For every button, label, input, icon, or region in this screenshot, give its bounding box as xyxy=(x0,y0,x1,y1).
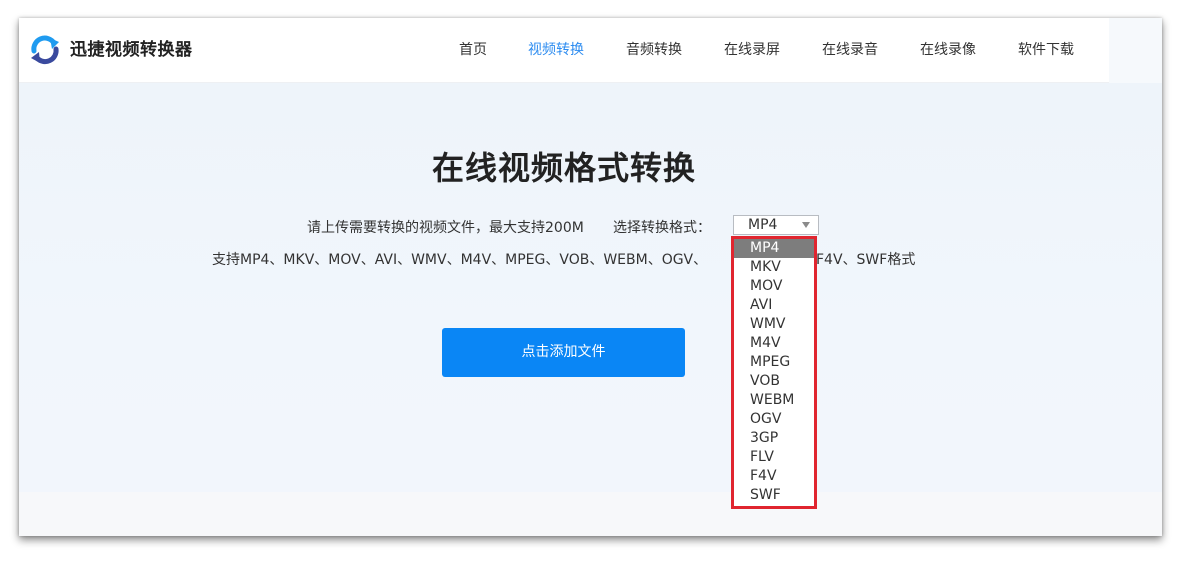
supported-formats-text-tail: F4V、SWF格式 xyxy=(816,252,916,268)
page-title: 在线视频格式转换 xyxy=(431,149,696,187)
format-option-mkv[interactable]: MKV xyxy=(734,258,815,277)
nav-home[interactable]: 首页 xyxy=(459,40,487,60)
format-label: 选择转换格式： xyxy=(613,220,711,236)
supported-formats-text: 支持MP4、MKV、MOV、AVI、WMV、M4V、MPEG、VOB、WEBM、… xyxy=(212,252,708,268)
add-file-button[interactable]: 点击添加文件 xyxy=(442,328,685,377)
format-select-value: MP4 xyxy=(748,217,778,233)
browser-window: 迅捷视频转换器 首页 视频转换 音频转换 在线录屏 在线录音 在线录像 软件下载… xyxy=(19,18,1162,536)
nav-audio-convert[interactable]: 音频转换 xyxy=(626,40,682,60)
nav-video-record[interactable]: 在线录像 xyxy=(920,40,976,60)
nav-video-convert[interactable]: 视频转换 xyxy=(528,40,584,60)
caret-down-icon xyxy=(802,222,810,228)
format-option-mpeg[interactable]: MPEG xyxy=(734,353,815,372)
format-option-flv[interactable]: FLV xyxy=(734,448,815,467)
format-option-mov[interactable]: MOV xyxy=(734,277,815,296)
hero-section xyxy=(19,83,1162,492)
nav-audio-record[interactable]: 在线录音 xyxy=(822,40,878,60)
nav-software-download[interactable]: 软件下载 xyxy=(1018,40,1074,60)
format-option-m4v[interactable]: M4V xyxy=(734,334,815,353)
format-option-ogv[interactable]: OGV xyxy=(734,410,815,429)
format-option-webm[interactable]: WEBM xyxy=(734,391,815,410)
format-select[interactable]: MP4 xyxy=(733,215,819,235)
footer-band xyxy=(19,492,1162,536)
format-option-f4v[interactable]: F4V xyxy=(734,467,815,486)
format-dropdown-list: MP4 MKV MOV AVI WMV M4V MPEG VOB WEBM OG… xyxy=(733,238,816,508)
format-option-swf[interactable]: SWF xyxy=(734,486,815,505)
format-option-avi[interactable]: AVI xyxy=(734,296,815,315)
format-option-3gp[interactable]: 3GP xyxy=(734,429,815,448)
format-option-vob[interactable]: VOB xyxy=(734,372,815,391)
format-option-mp4[interactable]: MP4 xyxy=(734,239,815,258)
top-nav: 首页 视频转换 音频转换 在线录屏 在线录音 在线录像 软件下载 xyxy=(19,40,1162,60)
nav-screen-record[interactable]: 在线录屏 xyxy=(724,40,780,60)
format-option-wmv[interactable]: WMV xyxy=(734,315,815,334)
upload-hint: 请上传需要转换的视频文件，最大支持200M xyxy=(307,220,584,236)
